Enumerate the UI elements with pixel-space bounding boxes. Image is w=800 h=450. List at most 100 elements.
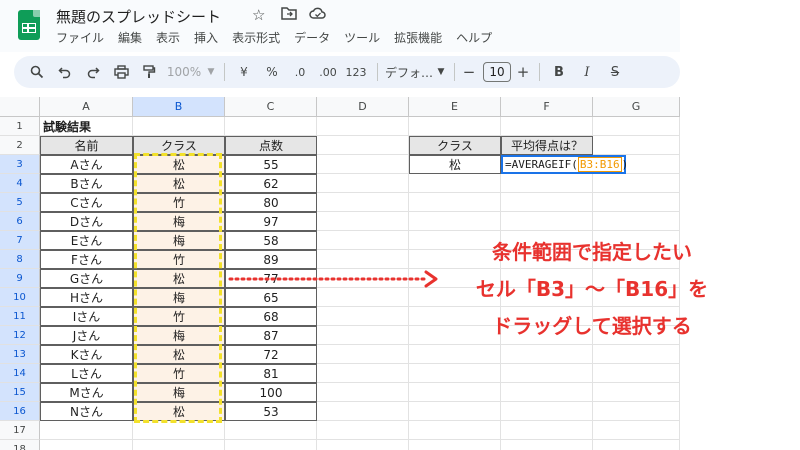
menu-insert[interactable]: 挿入 [194, 29, 218, 46]
table-cell[interactable]: 梅 [133, 288, 225, 307]
sheets-logo-icon[interactable] [18, 10, 40, 40]
column-header-d[interactable]: D [317, 97, 409, 117]
table-cell[interactable]: Lさん [40, 364, 133, 383]
currency-format-button[interactable]: ¥ [231, 60, 257, 84]
table-cell[interactable]: 松 [133, 402, 225, 421]
table-cell[interactable]: Iさん [40, 307, 133, 326]
row-header-5[interactable]: 5 [0, 193, 40, 212]
font-size-increase-button[interactable]: + [515, 60, 531, 84]
table-cell[interactable]: 松 [133, 174, 225, 193]
table-cell[interactable]: Jさん [40, 326, 133, 345]
table-cell[interactable]: 竹 [133, 307, 225, 326]
zoom-select[interactable]: 100% [164, 60, 204, 84]
row-header-17[interactable]: 17 [0, 421, 40, 440]
row-header-10[interactable]: 10 [0, 288, 40, 307]
row-header-7[interactable]: 7 [0, 231, 40, 250]
cloud-status-icon[interactable] [309, 6, 327, 24]
menu-data[interactable]: データ [294, 29, 330, 46]
font-size-decrease-button[interactable]: − [461, 60, 477, 84]
table-cell[interactable]: 72 [225, 345, 317, 364]
table-cell[interactable]: Fさん [40, 250, 133, 269]
percent-format-button[interactable]: % [259, 60, 285, 84]
table-cell[interactable]: 87 [225, 326, 317, 345]
menu-tools[interactable]: ツール [344, 29, 380, 46]
zoom-dropdown-icon[interactable]: ▼ [206, 60, 216, 84]
column-header-e[interactable]: E [409, 97, 501, 117]
italic-button[interactable]: I [574, 60, 600, 84]
paint-format-icon[interactable] [136, 60, 162, 84]
average-header-cell[interactable]: 平均得点は？ [501, 136, 593, 155]
formula-cell-f3[interactable]: =AVERAGEIF(B3:B16) [501, 155, 628, 174]
table-cell[interactable]: 89 [225, 250, 317, 269]
menu-file[interactable]: ファイル [56, 29, 104, 46]
search-icon[interactable] [24, 60, 50, 84]
table-cell[interactable]: 80 [225, 193, 317, 212]
row-header-14[interactable]: 14 [0, 364, 40, 383]
criteria-value-cell[interactable]: 松 [409, 155, 501, 174]
number-format-button[interactable]: 123 [343, 60, 369, 84]
font-size-input[interactable]: 10 [483, 62, 511, 82]
row-header-1[interactable]: 1 [0, 117, 40, 136]
table-cell[interactable]: 竹 [133, 193, 225, 212]
row-header-8[interactable]: 8 [0, 250, 40, 269]
row-header-9[interactable]: 9 [0, 269, 40, 288]
table-cell[interactable]: Kさん [40, 345, 133, 364]
table-cell[interactable]: Cさん [40, 193, 133, 212]
row-header-15[interactable]: 15 [0, 383, 40, 402]
row-header-12[interactable]: 12 [0, 326, 40, 345]
row-header-13[interactable]: 13 [0, 345, 40, 364]
row-header-18[interactable]: 18 [0, 440, 40, 450]
menu-help[interactable]: ヘルプ [456, 29, 492, 46]
table-cell[interactable]: 竹 [133, 250, 225, 269]
column-header-f[interactable]: F [501, 97, 593, 117]
redo-icon[interactable] [80, 60, 106, 84]
menu-format[interactable]: 表示形式 [232, 29, 280, 46]
table-cell[interactable]: Gさん [40, 269, 133, 288]
print-icon[interactable] [108, 60, 134, 84]
menu-edit[interactable]: 編集 [118, 29, 142, 46]
column-header-g[interactable]: G [593, 97, 680, 117]
column-header-b[interactable]: B [133, 97, 225, 117]
row-header-6[interactable]: 6 [0, 212, 40, 231]
table-cell[interactable]: 松 [133, 155, 225, 174]
table-cell[interactable]: 松 [133, 345, 225, 364]
row-header-4[interactable]: 4 [0, 174, 40, 193]
decrease-decimal-button[interactable]: .0 [287, 60, 313, 84]
table-cell[interactable]: 97 [225, 212, 317, 231]
strikethrough-button[interactable]: S [602, 60, 628, 84]
table-cell[interactable]: Aさん [40, 155, 133, 174]
row-header-16[interactable]: 16 [0, 402, 40, 421]
menu-view[interactable]: 表示 [156, 29, 180, 46]
table-cell[interactable]: Hさん [40, 288, 133, 307]
increase-decimal-button[interactable]: .00 [315, 60, 341, 84]
table-header-cell[interactable]: 名前 [40, 136, 133, 155]
column-header-a[interactable]: A [40, 97, 133, 117]
row-header-2[interactable]: 2 [0, 136, 40, 155]
move-folder-icon[interactable] [281, 6, 297, 24]
table-cell[interactable]: Bさん [40, 174, 133, 193]
table-cell[interactable]: 松 [133, 269, 225, 288]
table-cell[interactable]: 竹 [133, 364, 225, 383]
table-cell[interactable]: 55 [225, 155, 317, 174]
font-family-select[interactable]: デフォ… [384, 60, 434, 84]
bold-button[interactable]: B [546, 60, 572, 84]
table-cell[interactable]: 梅 [133, 212, 225, 231]
table-cell[interactable]: 梅 [133, 326, 225, 345]
table-cell[interactable]: Mさん [40, 383, 133, 402]
table-cell[interactable]: 65 [225, 288, 317, 307]
table-cell[interactable]: Dさん [40, 212, 133, 231]
table-cell[interactable]: 68 [225, 307, 317, 326]
select-all-corner[interactable] [0, 97, 40, 117]
table-cell[interactable]: 58 [225, 231, 317, 250]
table-cell[interactable]: Nさん [40, 402, 133, 421]
document-title[interactable]: 無題のスプレッドシート [56, 6, 221, 27]
menu-extensions[interactable]: 拡張機能 [394, 29, 442, 46]
row-header-3[interactable]: 3 [0, 155, 40, 174]
table-cell[interactable]: 100 [225, 383, 317, 402]
table-cell[interactable]: 81 [225, 364, 317, 383]
criteria-header-cell[interactable]: クラス [409, 136, 501, 155]
table-header-cell[interactable]: 点数 [225, 136, 317, 155]
table-cell[interactable]: 62 [225, 174, 317, 193]
table-cell[interactable]: Eさん [40, 231, 133, 250]
table-cell[interactable]: 梅 [133, 383, 225, 402]
